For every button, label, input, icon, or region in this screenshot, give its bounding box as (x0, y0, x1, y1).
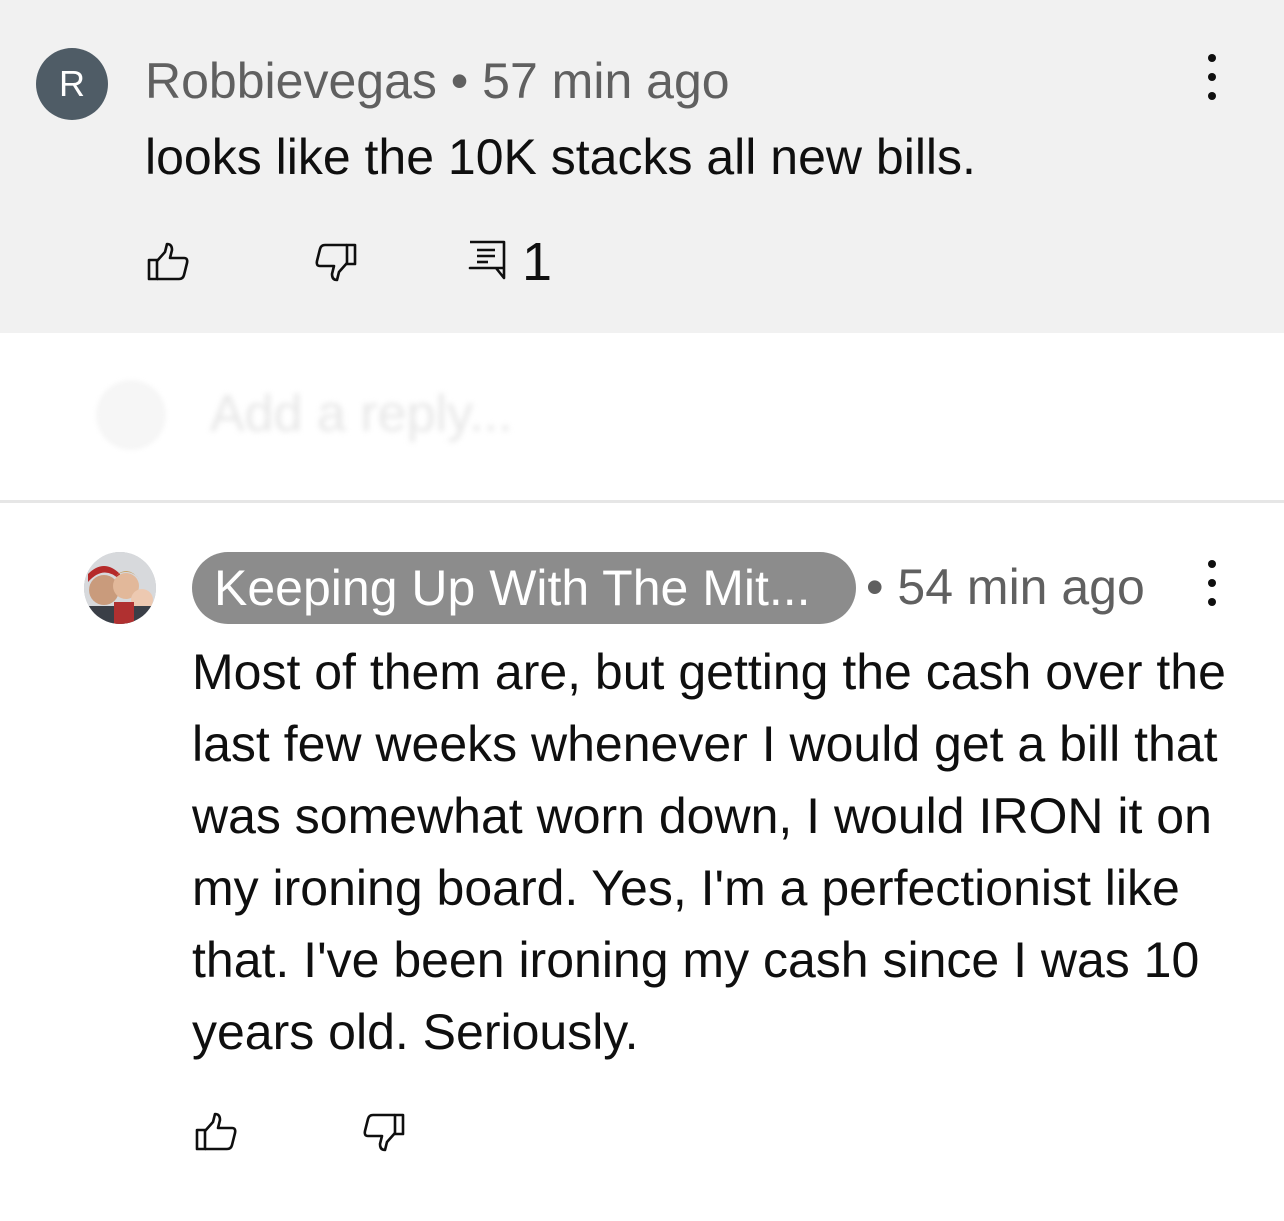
comment-time: • 54 min ago (866, 558, 1145, 616)
reply-icon[interactable] (466, 238, 510, 282)
comment-text: Most of them are, but getting the cash o… (192, 644, 1226, 1060)
author-name[interactable]: Robbievegas (145, 53, 437, 109)
avatar[interactable]: R (36, 48, 108, 120)
dislike-icon[interactable] (362, 1110, 406, 1154)
comment-time-text: 54 min ago (897, 559, 1145, 615)
like-icon[interactable] (146, 240, 190, 284)
author-name[interactable]: Keeping Up With The Mit... (192, 552, 856, 624)
more-vert-icon[interactable] (1202, 560, 1222, 606)
more-vert-icon[interactable] (1202, 54, 1222, 100)
dislike-icon[interactable] (314, 240, 358, 284)
meta-separator: • (866, 559, 898, 615)
add-reply-row[interactable] (0, 333, 1284, 500)
like-icon[interactable] (194, 1110, 238, 1154)
add-reply-input[interactable]: Add a reply... (210, 384, 513, 444)
add-reply-avatar (96, 380, 166, 450)
avatar[interactable] (84, 552, 156, 624)
highlighted-comment: R Robbievegas • 57 min ago looks like th… (0, 0, 1284, 333)
reply-count[interactable]: 1 (522, 232, 552, 292)
comment-text: looks like the 10K stacks all new bills. (145, 129, 976, 185)
meta-separator: • (436, 53, 483, 109)
comment-header: Robbievegas • 57 min ago (145, 52, 730, 110)
comment-time: 57 min ago (482, 53, 730, 109)
comments-page: R Robbievegas • 57 min ago looks like th… (0, 0, 1284, 1221)
divider (0, 500, 1284, 503)
